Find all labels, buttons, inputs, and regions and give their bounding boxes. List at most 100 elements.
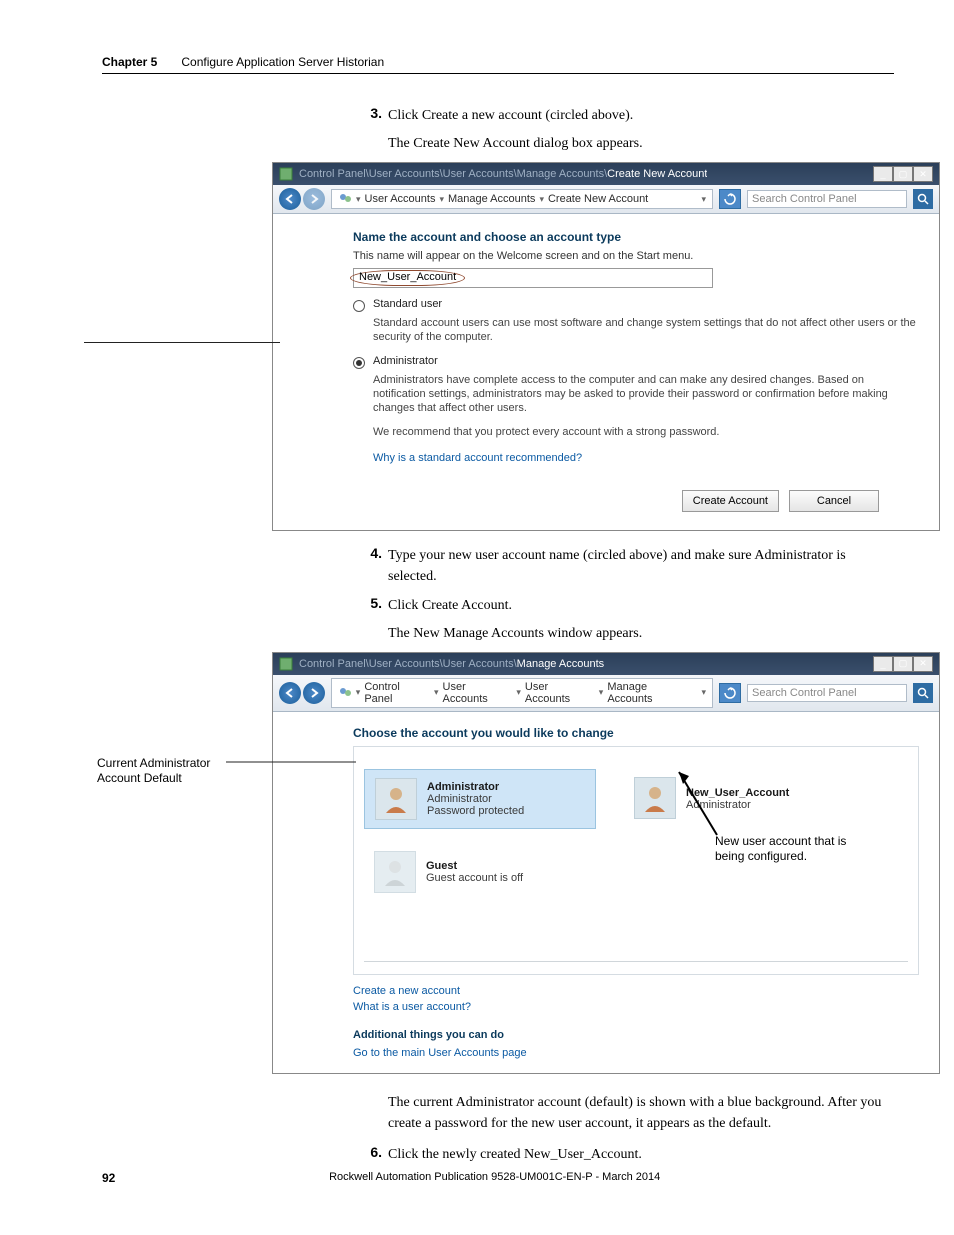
back-button[interactable] bbox=[279, 682, 301, 704]
titlebar: Control Panel\User Accounts\User Account… bbox=[273, 653, 939, 675]
radio-desc: Standard account users can use most soft… bbox=[373, 316, 919, 345]
back-button[interactable] bbox=[279, 188, 301, 210]
account-name-input[interactable]: New_User_Account bbox=[353, 268, 713, 288]
administrator-radio[interactable]: Administrator bbox=[353, 355, 919, 369]
search-go-button[interactable] bbox=[913, 189, 933, 209]
titlebar: Control Panel\User Accounts\User Account… bbox=[273, 163, 939, 185]
maximize-button[interactable]: ▢ bbox=[893, 656, 913, 672]
step-text: Click Create Account. bbox=[388, 595, 894, 616]
post-screenshot-text: The current Administrator account (defau… bbox=[388, 1092, 894, 1134]
breadcrumb-item[interactable]: User Accounts bbox=[443, 681, 513, 705]
window-controls: _ ▢ ✕ bbox=[873, 166, 933, 182]
standard-user-radio[interactable]: Standard user bbox=[353, 298, 919, 312]
why-link[interactable]: Why is a standard account recommended? bbox=[373, 452, 919, 464]
search-placeholder: Search Control Panel bbox=[752, 193, 857, 205]
tile-role: Administrator bbox=[427, 793, 524, 805]
navbar: ▾ Control Panel▾ User Accounts▾ User Acc… bbox=[273, 675, 939, 712]
step-3: 3. Click Create a new account (circled a… bbox=[362, 105, 894, 126]
publication-info: Rockwell Automation Publication 9528-UM0… bbox=[329, 1171, 660, 1185]
breadcrumb[interactable]: ▾ User Accounts▾ Manage Accounts▾ Create… bbox=[331, 189, 713, 209]
radio-label: Standard user bbox=[373, 298, 442, 310]
callout-right: New user account that is being configure… bbox=[715, 834, 865, 865]
tile-pw: Password protected bbox=[427, 805, 524, 817]
step-5-note: The New Manage Accounts window appears. bbox=[388, 626, 894, 642]
new-user-tile[interactable]: New_User_Account Administrator bbox=[624, 769, 856, 829]
search-go-button[interactable] bbox=[913, 683, 933, 703]
breadcrumb-item[interactable]: Create New Account bbox=[548, 193, 648, 205]
close-button[interactable]: ✕ bbox=[913, 166, 933, 182]
window-body: Choose the account you would like to cha… bbox=[273, 712, 939, 1073]
cancel-button[interactable]: Cancel bbox=[789, 490, 879, 512]
avatar-icon bbox=[634, 777, 676, 819]
step-3-note: The Create New Account dialog box appear… bbox=[388, 136, 894, 152]
radio-label: Administrator bbox=[373, 355, 438, 367]
breadcrumb-item[interactable]: User Accounts bbox=[365, 193, 436, 205]
tile-name: Guest bbox=[426, 860, 523, 872]
step-number: 5. bbox=[362, 595, 388, 616]
section-heading: Name the account and choose an account t… bbox=[353, 230, 919, 244]
tile-status: Guest account is off bbox=[426, 872, 523, 884]
step-number: 6. bbox=[362, 1144, 388, 1165]
section-heading: Choose the account you would like to cha… bbox=[353, 726, 919, 740]
create-account-window: Control Panel\User Accounts\User Account… bbox=[272, 162, 940, 531]
radio-icon bbox=[353, 300, 365, 312]
callout-left: Current Administrator Account Default bbox=[97, 756, 227, 787]
minimize-button[interactable]: _ bbox=[873, 166, 893, 182]
window-controls: _ ▢ ✕ bbox=[873, 656, 933, 672]
tile-role: Administrator bbox=[686, 799, 789, 811]
window-title: Control Panel\User Accounts\User Account… bbox=[299, 168, 707, 180]
input-circled: New_User_Account bbox=[350, 270, 465, 286]
administrator-tile[interactable]: Administrator Administrator Password pro… bbox=[364, 769, 596, 829]
step-5: 5. Click Create Account. bbox=[362, 595, 894, 616]
window-title: Control Panel\User Accounts\User Account… bbox=[299, 658, 604, 670]
chapter-title: Configure Application Server Historian bbox=[181, 55, 384, 69]
page-number: 92 bbox=[102, 1171, 115, 1185]
breadcrumb[interactable]: ▾ Control Panel▾ User Accounts▾ User Acc… bbox=[331, 678, 713, 708]
main-accounts-link[interactable]: Go to the main User Accounts page bbox=[353, 1047, 919, 1059]
breadcrumb-item[interactable]: Manage Accounts bbox=[448, 193, 535, 205]
minimize-button[interactable]: _ bbox=[873, 656, 893, 672]
users-icon bbox=[338, 686, 352, 700]
step-number: 4. bbox=[362, 545, 388, 587]
content-area: 3. Click Create a new account (circled a… bbox=[102, 105, 894, 1169]
breadcrumb-item[interactable]: Manage Accounts bbox=[607, 681, 693, 705]
chapter-label: Chapter 5 bbox=[102, 55, 157, 69]
step-text: Click the newly created New_User_Account… bbox=[388, 1144, 894, 1165]
avatar-icon bbox=[375, 778, 417, 820]
tile-name: Administrator bbox=[427, 781, 524, 793]
maximize-button[interactable]: ▢ bbox=[893, 166, 913, 182]
page-footer: 92 Rockwell Automation Publication 9528-… bbox=[102, 1171, 894, 1185]
refresh-button[interactable] bbox=[719, 189, 741, 209]
page-header: Chapter 5 Configure Application Server H… bbox=[102, 55, 894, 74]
users-icon bbox=[338, 192, 352, 206]
step-6: 6. Click the newly created New_User_Acco… bbox=[362, 1144, 894, 1165]
radio-icon bbox=[353, 357, 365, 369]
window-icon bbox=[279, 657, 293, 671]
window-icon bbox=[279, 167, 293, 181]
refresh-button[interactable] bbox=[719, 683, 741, 703]
create-account-button[interactable]: Create Account bbox=[682, 490, 779, 512]
avatar-icon bbox=[374, 851, 416, 893]
window-body: Name the account and choose an account t… bbox=[273, 214, 939, 530]
create-account-link[interactable]: Create a new account bbox=[353, 985, 919, 997]
step-text: Click Create a new account (circled abov… bbox=[388, 105, 894, 126]
additional-heading: Additional things you can do bbox=[353, 1029, 919, 1041]
callout-line bbox=[84, 342, 280, 343]
separator bbox=[364, 961, 908, 962]
step-number: 3. bbox=[362, 105, 388, 126]
navbar: ▾ User Accounts▾ Manage Accounts▾ Create… bbox=[273, 185, 939, 214]
step-text: Type your new user account name (circled… bbox=[388, 545, 894, 587]
name-desc: This name will appear on the Welcome scr… bbox=[353, 250, 919, 262]
forward-button[interactable] bbox=[303, 682, 325, 704]
radio-desc: Administrators have complete access to t… bbox=[373, 373, 919, 416]
recommend-text: We recommend that you protect every acco… bbox=[373, 425, 919, 439]
forward-button[interactable] bbox=[303, 188, 325, 210]
close-button[interactable]: ✕ bbox=[913, 656, 933, 672]
step-4: 4. Type your new user account name (circ… bbox=[362, 545, 894, 587]
search-input[interactable]: Search Control Panel bbox=[747, 190, 907, 208]
what-is-account-link[interactable]: What is a user account? bbox=[353, 1001, 919, 1013]
breadcrumb-item[interactable]: Control Panel bbox=[364, 681, 430, 705]
search-input[interactable]: Search Control Panel bbox=[747, 684, 907, 702]
guest-tile[interactable]: Guest Guest account is off bbox=[364, 843, 596, 901]
breadcrumb-item[interactable]: User Accounts bbox=[525, 681, 595, 705]
